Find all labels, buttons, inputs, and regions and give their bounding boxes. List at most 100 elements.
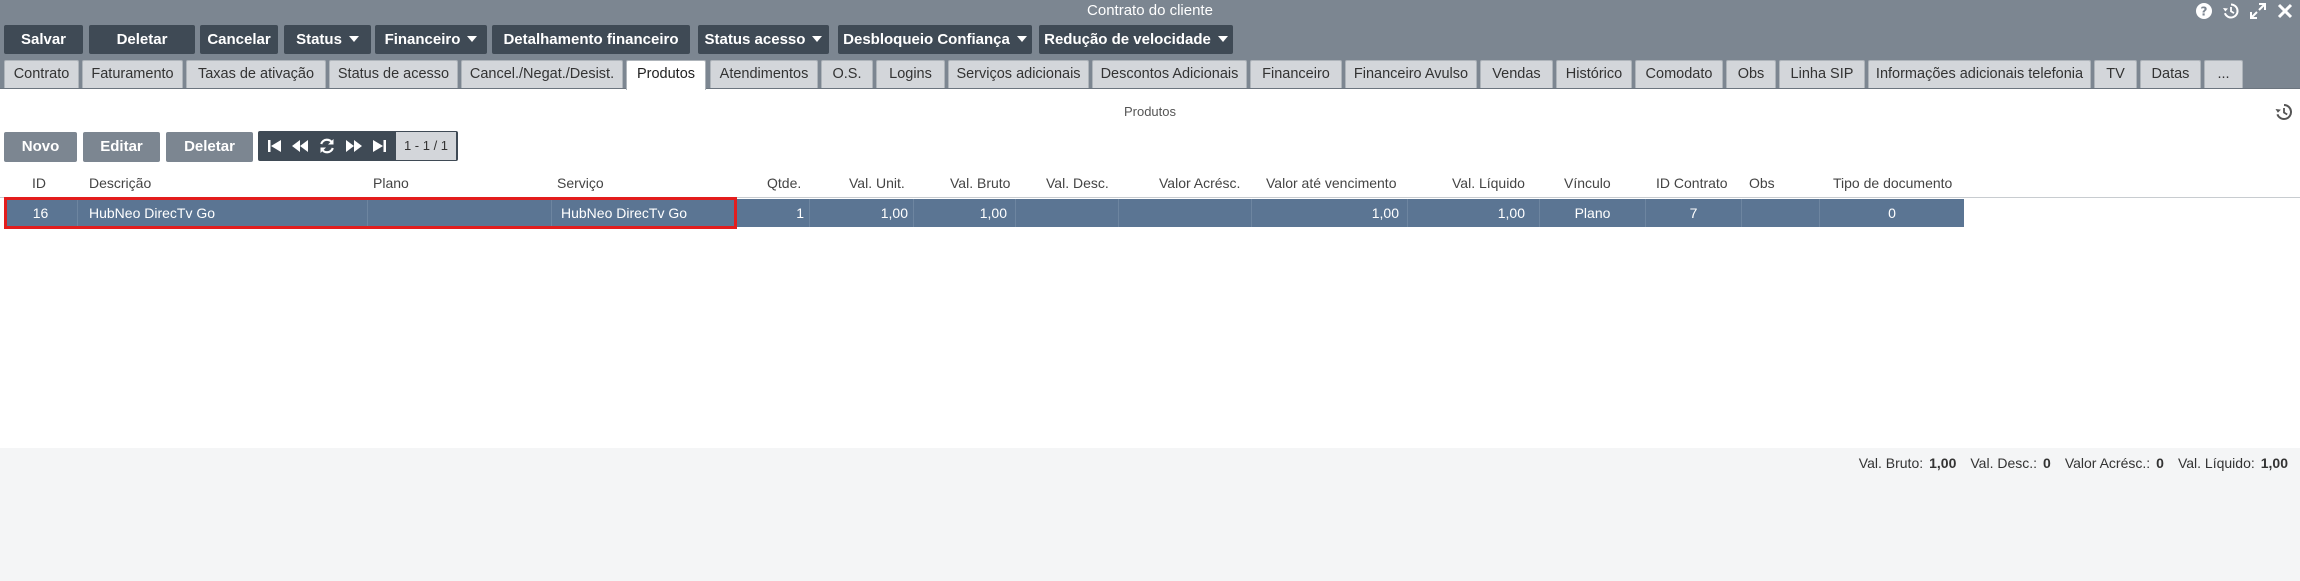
tab-obs[interactable]: Obs — [1726, 60, 1776, 88]
help-icon[interactable]: ? — [2194, 2, 2213, 21]
tab-status-acesso[interactable]: Status de acesso — [329, 60, 458, 88]
col-header-tipo-documento[interactable]: Tipo de documento — [1833, 172, 1952, 198]
reducao-velocidade-dropdown[interactable]: Redução de velocidade — [1039, 25, 1233, 54]
col-header-val-liquido[interactable]: Val. Líquido — [1452, 172, 1525, 198]
cell-val-bruto: 1,00 — [914, 199, 1016, 227]
cell-val-liquido: 1,00 — [1408, 199, 1540, 227]
maximize-icon[interactable] — [2248, 2, 2267, 21]
tab-comodato[interactable]: Comodato — [1635, 60, 1723, 88]
tab-servicos-adicionais[interactable]: Serviços adicionais — [948, 60, 1089, 88]
table-header: ID Descrição Plano Serviço Qtde. Val. Un… — [0, 172, 2300, 198]
title-bar: Contrato do cliente ? — [0, 0, 2300, 22]
tab-cancel-negat-desist[interactable]: Cancel./Negat./Desist. — [461, 60, 623, 88]
window-controls: ? — [2194, 1, 2294, 21]
caret-down-icon — [1217, 36, 1228, 42]
col-header-servico[interactable]: Serviço — [557, 172, 604, 198]
cell-id: 16 — [4, 199, 78, 227]
totals-summary: Val. Bruto: 1,00 Val. Desc.: 0 Valor Acr… — [1845, 455, 2288, 471]
save-button[interactable]: Salvar — [4, 25, 83, 54]
total-val-bruto: 1,00 — [1929, 455, 1957, 471]
cell-id-contrato: 7 — [1646, 199, 1742, 227]
col-header-val-desc[interactable]: Val. Desc. — [1046, 172, 1109, 198]
cell-obs — [1742, 199, 1820, 227]
cell-qtde: 1 — [552, 199, 810, 227]
caret-down-icon — [812, 36, 823, 42]
tab-financeiro-avulso[interactable]: Financeiro Avulso — [1345, 60, 1477, 88]
tab-os[interactable]: O.S. — [821, 60, 873, 88]
total-valor-acresc-label: Valor Acrésc.: — [2064, 455, 2151, 471]
tab-atendimentos[interactable]: Atendimentos — [710, 60, 818, 88]
new-button[interactable]: Novo — [4, 132, 77, 162]
col-header-valor-acresc[interactable]: Valor Acrésc. — [1159, 172, 1240, 198]
tab-datas[interactable]: Datas — [2140, 60, 2201, 88]
cell-valor-acresc — [1119, 199, 1252, 227]
status-acesso-dropdown-label: Status acesso — [704, 31, 806, 48]
cell-descricao: HubNeo DirecTv Go — [78, 199, 368, 227]
tab-linha-sip[interactable]: Linha SIP — [1779, 60, 1865, 88]
total-val-bruto-label: Val. Bruto: — [1858, 455, 1924, 471]
action-toolbar: Salvar Deletar Cancelar Status Financeir… — [0, 22, 2300, 59]
total-val-desc-label: Val. Desc.: — [1970, 455, 2038, 471]
col-header-val-unit[interactable]: Val. Unit. — [849, 172, 905, 198]
pager: 1 - 1 / 1 — [258, 131, 458, 161]
tab-faturamento[interactable]: Faturamento — [82, 60, 183, 88]
col-header-id-contrato[interactable]: ID Contrato — [1656, 172, 1728, 198]
cell-tipo-documento: 0 — [1888, 205, 1896, 221]
grid-delete-button[interactable]: Deletar — [166, 132, 253, 162]
col-header-valor-vencimento[interactable]: Valor até vencimento — [1266, 172, 1396, 198]
cell-valor-vencimento: 1,00 — [1252, 199, 1408, 227]
tab-historico[interactable]: Histórico — [1556, 60, 1632, 88]
cell-val-unit: 1,00 — [810, 199, 914, 227]
cancel-button[interactable]: Cancelar — [200, 25, 278, 54]
next-page-icon[interactable] — [345, 137, 363, 155]
desbloqueio-dropdown-label: Desbloqueio Confiança — [843, 31, 1010, 48]
delete-button[interactable]: Deletar — [89, 25, 195, 54]
tab-tv[interactable]: TV — [2094, 60, 2137, 88]
grid-history-icon[interactable] — [2274, 102, 2294, 122]
tab-logins[interactable]: Logins — [876, 60, 945, 88]
section-title: Produtos — [1123, 104, 1177, 119]
reducao-velocidade-dropdown-label: Redução de velocidade — [1044, 31, 1211, 48]
refresh-icon[interactable] — [318, 137, 336, 155]
history-icon[interactable] — [2221, 2, 2240, 21]
col-header-id[interactable]: ID — [32, 172, 46, 198]
table-row[interactable]: 16 HubNeo DirecTv Go HubNeo DirecTv Go 1… — [4, 199, 1964, 227]
financeiro-dropdown[interactable]: Financeiro — [375, 25, 487, 54]
close-icon[interactable] — [2275, 2, 2294, 21]
edit-button[interactable]: Editar — [83, 132, 160, 162]
financeiro-dropdown-label: Financeiro — [384, 31, 461, 48]
total-val-desc: 0 — [2043, 455, 2051, 471]
tab-contrato[interactable]: Contrato — [4, 60, 79, 88]
financial-detail-button[interactable]: Detalhamento financeiro — [492, 25, 690, 54]
svg-text:?: ? — [2200, 5, 2207, 19]
cell-val-desc — [1016, 199, 1119, 227]
tab-produtos[interactable]: Produtos — [626, 60, 706, 90]
tab-vendas[interactable]: Vendas — [1480, 60, 1553, 88]
col-header-val-bruto[interactable]: Val. Bruto — [950, 172, 1010, 198]
total-val-liquido-label: Val. Líquido: — [2177, 455, 2255, 471]
first-page-icon[interactable] — [266, 137, 284, 155]
col-header-plano[interactable]: Plano — [373, 172, 409, 198]
tab-descontos-adicionais[interactable]: Descontos Adicionais — [1092, 60, 1247, 88]
status-acesso-dropdown[interactable]: Status acesso — [698, 25, 829, 54]
tab-bar: Contrato Faturamento Taxas de ativação S… — [0, 59, 2300, 90]
tab-taxas-ativacao[interactable]: Taxas de ativação — [186, 60, 326, 88]
tab-financeiro[interactable]: Financeiro — [1250, 60, 1342, 88]
status-dropdown[interactable]: Status — [284, 25, 371, 54]
caret-down-icon — [348, 36, 359, 42]
total-val-liquido: 1,00 — [2260, 455, 2288, 471]
col-header-descricao[interactable]: Descrição — [89, 172, 151, 198]
cell-plano — [368, 199, 552, 227]
col-header-qtde[interactable]: Qtde. — [767, 172, 801, 198]
window-title: Contrato do cliente — [1087, 2, 1213, 19]
col-header-obs[interactable]: Obs — [1749, 172, 1775, 198]
tab-more[interactable]: ... — [2204, 60, 2243, 88]
cell-vinculo: Plano — [1540, 199, 1646, 227]
col-header-vinculo[interactable]: Vínculo — [1564, 172, 1611, 198]
caret-down-icon — [467, 36, 478, 42]
desbloqueio-dropdown[interactable]: Desbloqueio Confiança — [838, 25, 1032, 54]
contract-window: Contrato do cliente ? Salvar Deletar Can… — [0, 0, 2300, 581]
last-page-icon[interactable] — [370, 137, 388, 155]
previous-page-icon[interactable] — [291, 137, 309, 155]
tab-informacoes-telefonia[interactable]: Informações adicionais telefonia — [1868, 60, 2091, 88]
